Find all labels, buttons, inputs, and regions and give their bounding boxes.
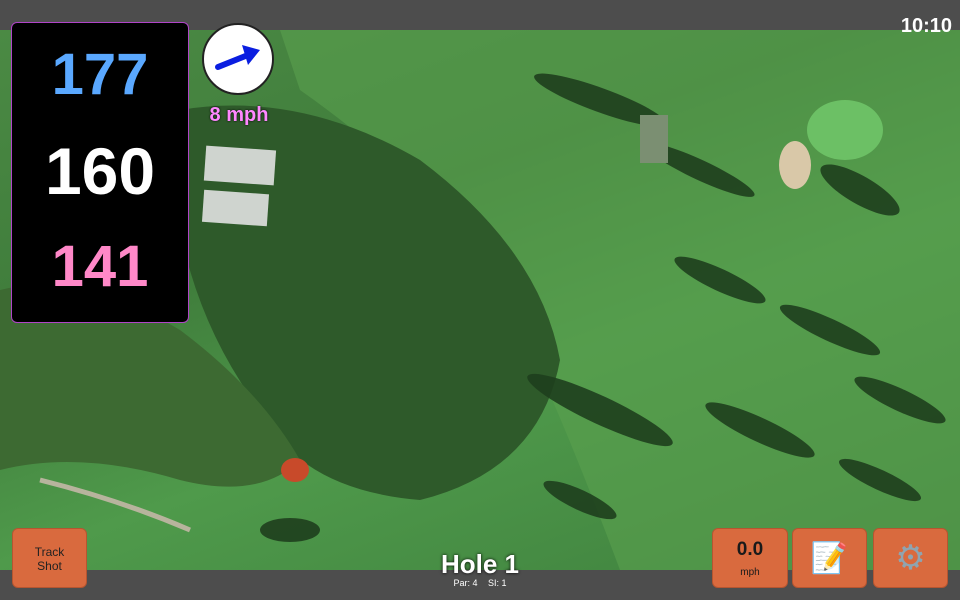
middle-distance: 160 [44, 134, 156, 208]
arrow-right-icon [215, 45, 260, 70]
wind-indicator [202, 23, 274, 95]
speed-value: 0.0 [736, 539, 764, 560]
hole-stroke-index: SI: 1 [488, 578, 507, 588]
track-shot-label-line1: Track [34, 545, 65, 559]
track-shot-label-line2: Shot [37, 559, 62, 573]
back-distance: 177 [51, 42, 149, 107]
speed-unit: mph [740, 567, 760, 578]
settings-button[interactable]: ⚙ [873, 528, 948, 588]
hole-par: Par: 4 [453, 578, 478, 588]
hole-info: Par: 4 SI: 1 [380, 578, 580, 588]
notepad-icon: 📝 [810, 542, 849, 575]
track-shot-button[interactable]: Track Shot [12, 528, 87, 588]
front-distance: 141 [51, 234, 149, 299]
distance-panel: 177 160 141 [11, 22, 189, 323]
notes-button[interactable]: 📝 [792, 528, 867, 588]
gear-icon: ⚙ [895, 539, 926, 577]
clock: 10:10 [900, 15, 952, 37]
speed-button[interactable]: 0.0 mph [712, 528, 788, 588]
hole-title: Hole 1 [440, 549, 520, 579]
wind-speed: 8 mph [209, 104, 269, 126]
